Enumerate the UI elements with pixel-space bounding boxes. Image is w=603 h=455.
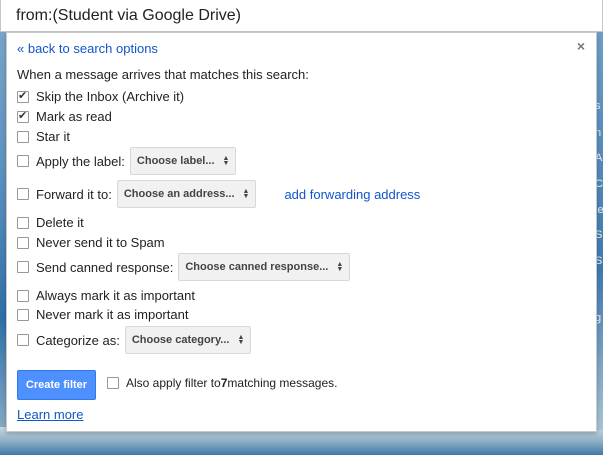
also-apply-prefix: Also apply filter to: [126, 376, 221, 390]
option-label: Categorize as:: [36, 332, 120, 348]
also-apply-option[interactable]: Also apply filter to 7 matching messages…: [107, 376, 337, 390]
option-never-spam[interactable]: Never send it to Spam: [17, 235, 165, 250]
select-arrows-icon: ▲ ▼: [222, 155, 230, 167]
select-value: Choose category...: [131, 334, 230, 346]
option-delete[interactable]: Delete it: [17, 215, 84, 230]
select-arrows-icon: ▲ ▼: [242, 188, 250, 200]
select-arrows-icon: ▲ ▼: [336, 261, 344, 273]
learn-more-link[interactable]: Learn more: [17, 407, 83, 422]
canned-response-select[interactable]: Choose canned response... ▲ ▼: [178, 253, 351, 281]
option-label: Mark as read: [36, 109, 112, 124]
option-skip-inbox[interactable]: Skip the Inbox (Archive it): [17, 89, 184, 104]
checkbox-apply-label[interactable]: [17, 155, 29, 167]
select-value: Choose label...: [136, 155, 215, 167]
checkbox-forward[interactable]: [17, 188, 29, 200]
option-never-important[interactable]: Never mark it as important: [17, 307, 188, 322]
search-query[interactable]: from:(Student via Google Drive): [16, 7, 241, 25]
option-always-important[interactable]: Always mark it as important: [17, 288, 195, 303]
option-apply-label[interactable]: Apply the label: Choose label... ▲ ▼: [17, 147, 237, 175]
option-label: Star it: [36, 129, 70, 144]
select-value: Choose canned response...: [185, 261, 329, 273]
filter-panel: « back to search options × When a messag…: [6, 32, 597, 432]
option-mark-read[interactable]: Mark as read: [17, 109, 112, 124]
option-forward[interactable]: Forward it to: Choose an address... ▲ ▼ a…: [17, 180, 420, 208]
add-forwarding-address-link[interactable]: add forwarding address: [284, 187, 420, 202]
checkbox-mark-read[interactable]: [17, 109, 29, 123]
checkbox-never-important[interactable]: [17, 308, 29, 321]
checkbox-never-spam[interactable]: [17, 236, 29, 249]
also-apply-suffix: matching messages.: [227, 376, 338, 390]
matching-count: 7: [220, 376, 228, 390]
option-label: Never mark it as important: [36, 307, 189, 322]
checkbox-star[interactable]: [17, 130, 29, 143]
option-canned-response[interactable]: Send canned response: Choose canned resp…: [17, 253, 351, 281]
create-filter-button[interactable]: Create filter: [17, 370, 96, 400]
checkbox-skip-inbox[interactable]: [17, 89, 29, 103]
checkbox-always-important[interactable]: [17, 289, 29, 302]
checkbox-also-apply[interactable]: [107, 377, 119, 389]
back-to-search-options-link[interactable]: « back to search options: [17, 41, 158, 56]
option-label: Apply the label:: [36, 153, 125, 169]
select-value: Choose an address...: [123, 188, 235, 200]
search-bar[interactable]: from:(Student via Google Drive): [0, 0, 603, 32]
option-label: Send canned response:: [36, 259, 174, 275]
option-label: Always mark it as important: [36, 288, 195, 303]
option-label: Never send it to Spam: [36, 235, 165, 250]
select-arrows-icon: ▲ ▼: [237, 334, 245, 346]
close-icon[interactable]: ×: [577, 38, 585, 54]
option-star[interactable]: Star it: [17, 129, 70, 144]
checkbox-categorize[interactable]: [17, 334, 29, 346]
checkbox-canned-response[interactable]: [17, 261, 29, 273]
label-select[interactable]: Choose label... ▲ ▼: [129, 147, 237, 175]
option-categorize[interactable]: Categorize as: Choose category... ▲ ▼: [17, 326, 252, 354]
address-select[interactable]: Choose an address... ▲ ▼: [116, 180, 257, 208]
checkbox-delete[interactable]: [17, 216, 29, 229]
option-label: Skip the Inbox (Archive it): [36, 89, 185, 104]
option-label: Delete it: [36, 215, 84, 230]
category-select[interactable]: Choose category... ▲ ▼: [124, 326, 252, 354]
option-label: Forward it to:: [36, 186, 112, 202]
filter-heading: When a message arrives that matches this…: [17, 67, 309, 82]
